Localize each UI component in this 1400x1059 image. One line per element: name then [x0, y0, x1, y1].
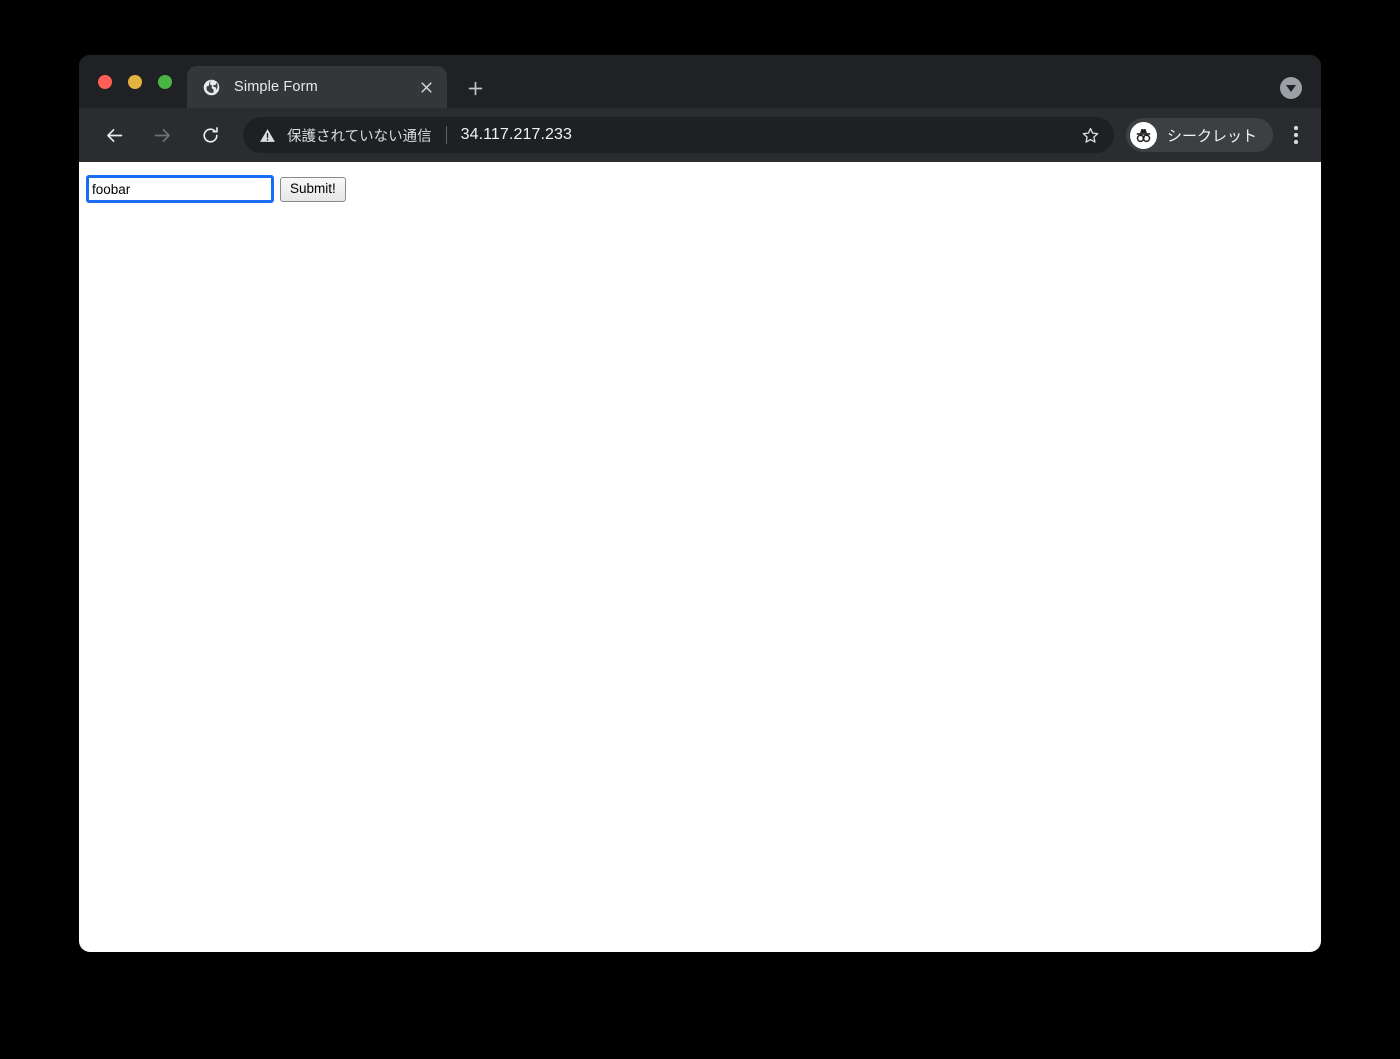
menu-dot: [1294, 140, 1298, 144]
browser-window: Simple Form 保護されていない通信 34.117.217.233 シー…: [79, 55, 1321, 952]
globe-icon: [203, 79, 220, 96]
chevron-down-icon: [1286, 85, 1296, 92]
incognito-label: シークレット: [1166, 127, 1257, 145]
text-input-wrapper: [86, 175, 274, 203]
forward-button[interactable]: [145, 118, 179, 152]
new-tab-button[interactable]: [463, 76, 487, 100]
minimize-window-button[interactable]: [128, 75, 142, 89]
browser-toolbar: 保護されていない通信 34.117.217.233 シークレット: [79, 108, 1321, 162]
menu-dot: [1294, 126, 1298, 130]
tab-strip: Simple Form: [79, 55, 1321, 108]
back-button[interactable]: [97, 118, 131, 152]
address-bar[interactable]: 保護されていない通信 34.117.217.233: [243, 117, 1114, 153]
submit-button[interactable]: Submit!: [280, 177, 346, 202]
omnibox-divider: [445, 126, 447, 144]
tab-simple-form[interactable]: Simple Form: [187, 66, 447, 108]
incognito-indicator[interactable]: シークレット: [1125, 118, 1273, 152]
bookmark-star-icon[interactable]: [1076, 120, 1106, 150]
text-input[interactable]: [86, 175, 274, 203]
simple-form: Submit!: [86, 175, 346, 203]
menu-dot: [1294, 133, 1298, 137]
tab-search-button[interactable]: [1280, 77, 1302, 99]
window-controls: [98, 75, 172, 89]
incognito-icon: [1129, 121, 1157, 149]
page-viewport: Submit!: [79, 162, 1321, 952]
reload-button[interactable]: [193, 118, 227, 152]
security-status-text: 保護されていない通信: [287, 128, 432, 145]
browser-menu-button[interactable]: [1281, 118, 1311, 152]
warning-triangle-icon[interactable]: [259, 127, 276, 144]
close-window-button[interactable]: [98, 75, 112, 89]
close-icon[interactable]: [415, 76, 437, 98]
zoom-window-button[interactable]: [158, 75, 172, 89]
url-text[interactable]: 34.117.217.233: [461, 126, 1070, 144]
tab-title: Simple Form: [234, 79, 318, 95]
